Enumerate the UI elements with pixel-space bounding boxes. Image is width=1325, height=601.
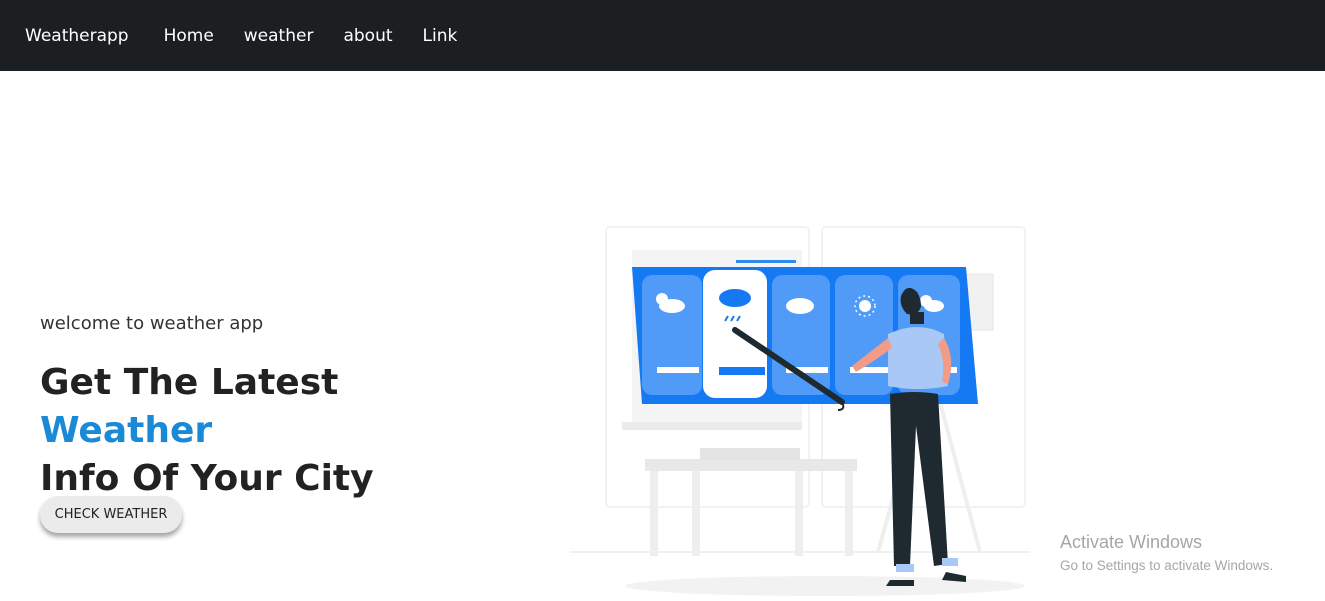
nav-link-link[interactable]: Link	[423, 26, 458, 46]
desk	[645, 459, 857, 471]
forecast-card-1	[642, 275, 702, 395]
nav-link-about[interactable]: about	[343, 26, 392, 46]
welcome-text: welcome to weather app	[40, 313, 264, 334]
weather-dashboard-illustration	[570, 226, 1030, 596]
headline-part-1: Get The Latest	[40, 362, 339, 403]
hero-headline: Get The Latest Weather Info Of Your City	[40, 359, 510, 503]
watermark-subtitle: Go to Settings to activate Windows.	[1060, 558, 1274, 573]
headline-part-2: Info Of Your City	[40, 458, 374, 499]
cloud-icon	[786, 298, 814, 314]
brand-link[interactable]: Weatherapp	[25, 26, 129, 46]
nav-link-weather[interactable]: weather	[244, 26, 314, 46]
headline-accent: Weather	[40, 410, 213, 451]
nav-link-home[interactable]: Home	[164, 26, 214, 46]
forecast-card-4	[835, 275, 893, 395]
check-weather-button[interactable]: CHECK WEATHER	[40, 496, 182, 533]
watermark-title: Activate Windows	[1060, 532, 1203, 552]
hero-section: welcome to weather app Get The Latest We…	[40, 313, 510, 503]
navbar: Weatherapp Home weather about Link	[0, 0, 1325, 71]
windows-activation-watermark: Activate Windows Go to Settings to activ…	[1060, 532, 1273, 573]
